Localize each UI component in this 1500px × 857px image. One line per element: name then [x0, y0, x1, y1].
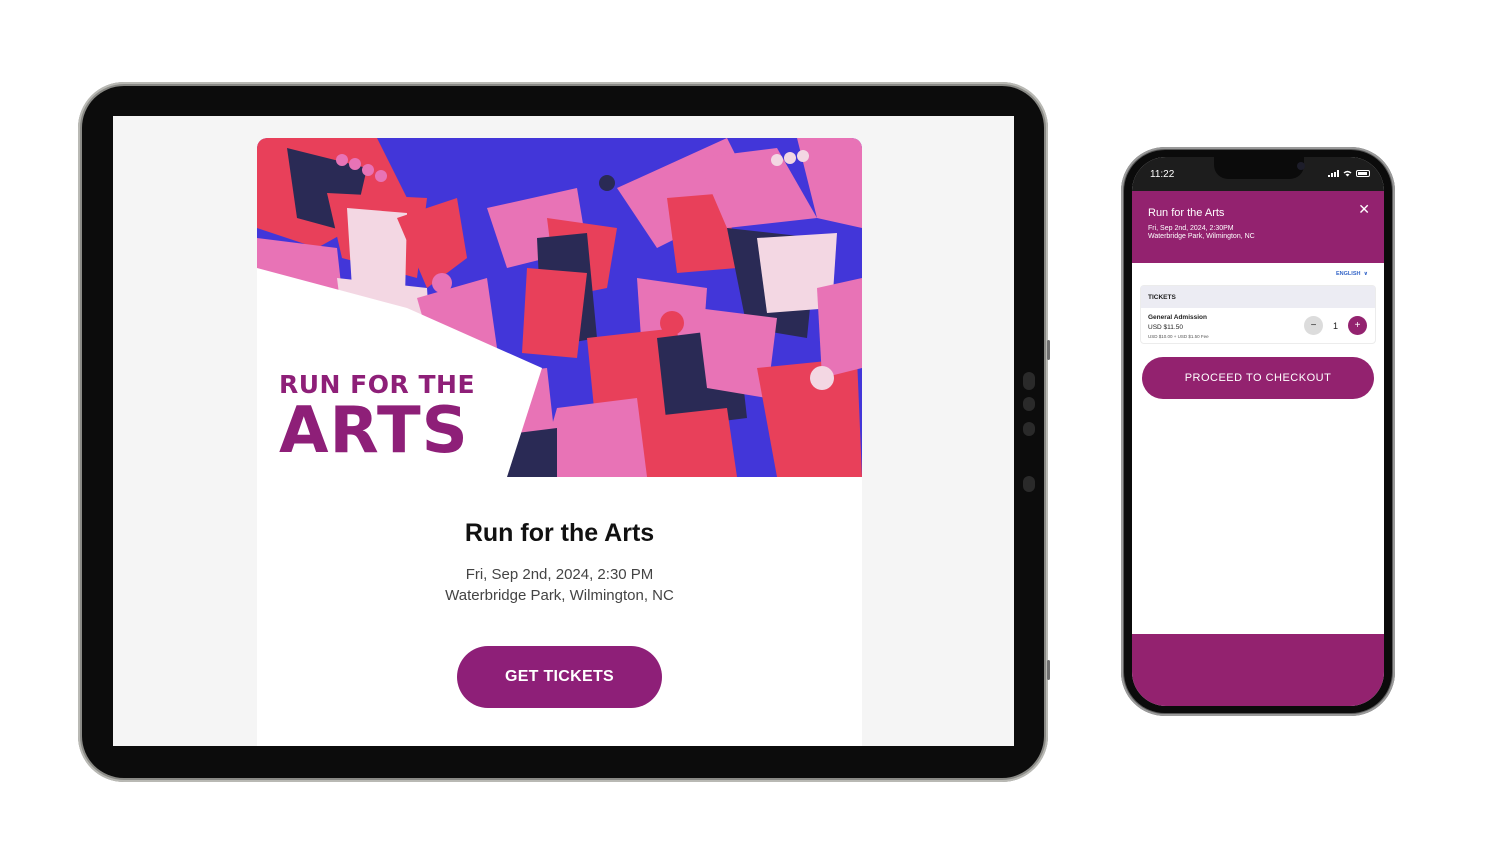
proceed-to-checkout-button[interactable]: PROCEED TO CHECKOUT: [1142, 357, 1374, 399]
hero-title-line2: ARTS: [279, 394, 469, 468]
close-icon[interactable]: ✕: [1358, 202, 1370, 216]
chevron-down-icon: ∨: [1362, 271, 1368, 277]
status-icons: [1328, 170, 1370, 177]
language-selector[interactable]: ENGLISH ∨: [1132, 263, 1384, 285]
tickets-section-label: TICKETS: [1141, 286, 1375, 308]
tablet-camera: [1023, 397, 1035, 411]
get-tickets-button[interactable]: GET TICKETS: [457, 646, 662, 708]
status-time: 11:22: [1150, 169, 1175, 180]
checkout-event-location: Waterbridge Park, Wilmington, NC: [1148, 233, 1255, 240]
checkout-event-title: Run for the Arts: [1148, 207, 1225, 219]
battery-icon: [1356, 170, 1370, 177]
signal-icon: [1328, 170, 1339, 177]
quantity-value: 1: [1332, 320, 1338, 331]
event-card: RUN FOR THE ARTS Run for the Arts Fri, S…: [257, 138, 862, 746]
event-date: Fri, Sep 2nd, 2024, 2:30 PM: [465, 566, 654, 583]
tablet-side-button: [1047, 340, 1050, 360]
phone-notch: [1214, 157, 1305, 179]
quantity-stepper: − 1 +: [1303, 316, 1367, 335]
tablet-screen: RUN FOR THE ARTS Run for the Arts Fri, S…: [113, 116, 1014, 746]
tablet-camera: [1023, 422, 1035, 436]
tablet-camera: [1023, 372, 1035, 390]
tablet-camera: [1023, 476, 1035, 492]
increase-quantity-button[interactable]: +: [1348, 316, 1367, 335]
event-location: Waterbridge Park, Wilmington, NC: [445, 587, 674, 604]
decrease-quantity-button[interactable]: −: [1303, 316, 1323, 335]
checkout-event-date: Fri, Sep 2nd, 2024, 2:30PM: [1148, 225, 1234, 232]
hero-banner: RUN FOR THE ARTS: [257, 138, 862, 477]
wifi-icon: [1343, 170, 1352, 177]
checkout-footer: [1132, 634, 1384, 706]
language-label: ENGLISH: [1336, 271, 1361, 277]
phone-screen: 11:22 Run for the Arts Fri, Sep 2nd, 202…: [1132, 157, 1384, 706]
checkout-header: Run for the Arts Fri, Sep 2nd, 2024, 2:3…: [1132, 191, 1384, 263]
device-mockup-stage: RUN FOR THE ARTS Run for the Arts Fri, S…: [0, 0, 1500, 857]
event-title: Run for the Arts: [464, 519, 655, 547]
tablet-side-button: [1047, 660, 1050, 680]
ticket-row: General Admission USD $11.50 USD $10.00 …: [1141, 308, 1375, 343]
tickets-panel: TICKETS General Admission USD $11.50 USD…: [1140, 285, 1376, 344]
event-info: Run for the Arts Fri, Sep 2nd, 2024, 2:3…: [257, 519, 862, 708]
